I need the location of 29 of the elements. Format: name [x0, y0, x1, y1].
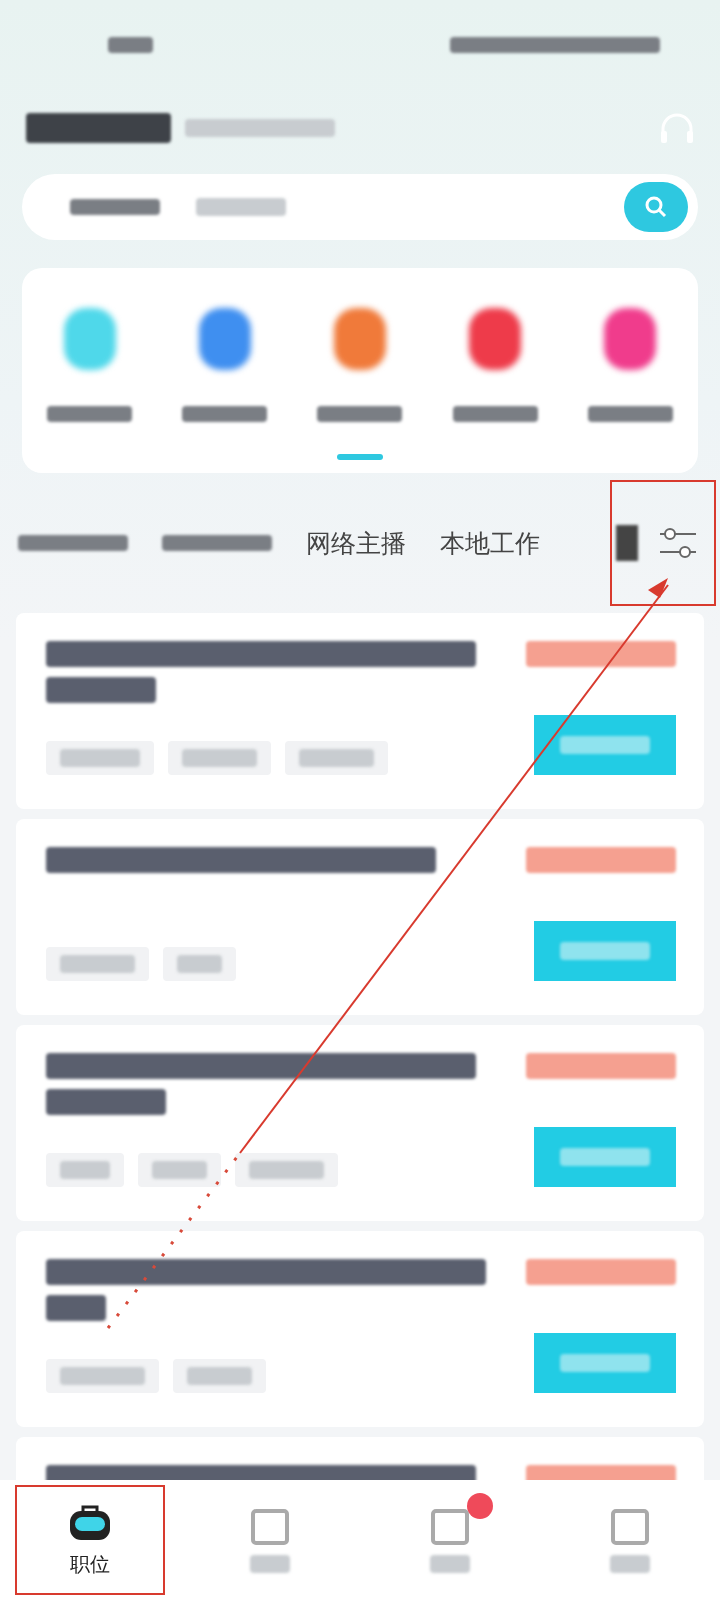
apply-button[interactable]	[534, 715, 676, 775]
tab[interactable]: 本地工作	[440, 526, 540, 560]
category-icon[interactable]	[469, 308, 522, 370]
search-icon	[643, 194, 669, 220]
page-indicator	[337, 454, 383, 460]
blurred-icon[interactable]	[616, 525, 638, 561]
blurred-text	[250, 1555, 290, 1573]
nav-item[interactable]: 职位	[15, 1485, 165, 1595]
blurred-text	[610, 1555, 650, 1573]
job-card[interactable]	[16, 819, 704, 1015]
category-icon[interactable]	[604, 308, 657, 370]
blurred-text	[46, 1295, 106, 1321]
job-card[interactable]	[16, 613, 704, 809]
blurred-icon	[609, 1507, 651, 1547]
job-card[interactable]	[16, 1231, 704, 1427]
blurred-icon	[249, 1507, 291, 1547]
tab[interactable]	[162, 535, 272, 551]
filter-icon[interactable]	[658, 525, 698, 561]
category-icon[interactable]	[198, 308, 251, 370]
blurred-text	[430, 1555, 470, 1573]
tab[interactable]: 网络主播	[306, 526, 406, 560]
category-icon[interactable]	[63, 308, 116, 370]
tab[interactable]	[18, 535, 128, 551]
blurred-text	[108, 37, 153, 53]
blurred-icon	[429, 1507, 471, 1547]
search-button[interactable]	[624, 182, 688, 232]
job-card[interactable]	[16, 1025, 704, 1221]
category-icon[interactable]	[333, 308, 386, 370]
nav-label: 职位	[70, 1550, 110, 1578]
